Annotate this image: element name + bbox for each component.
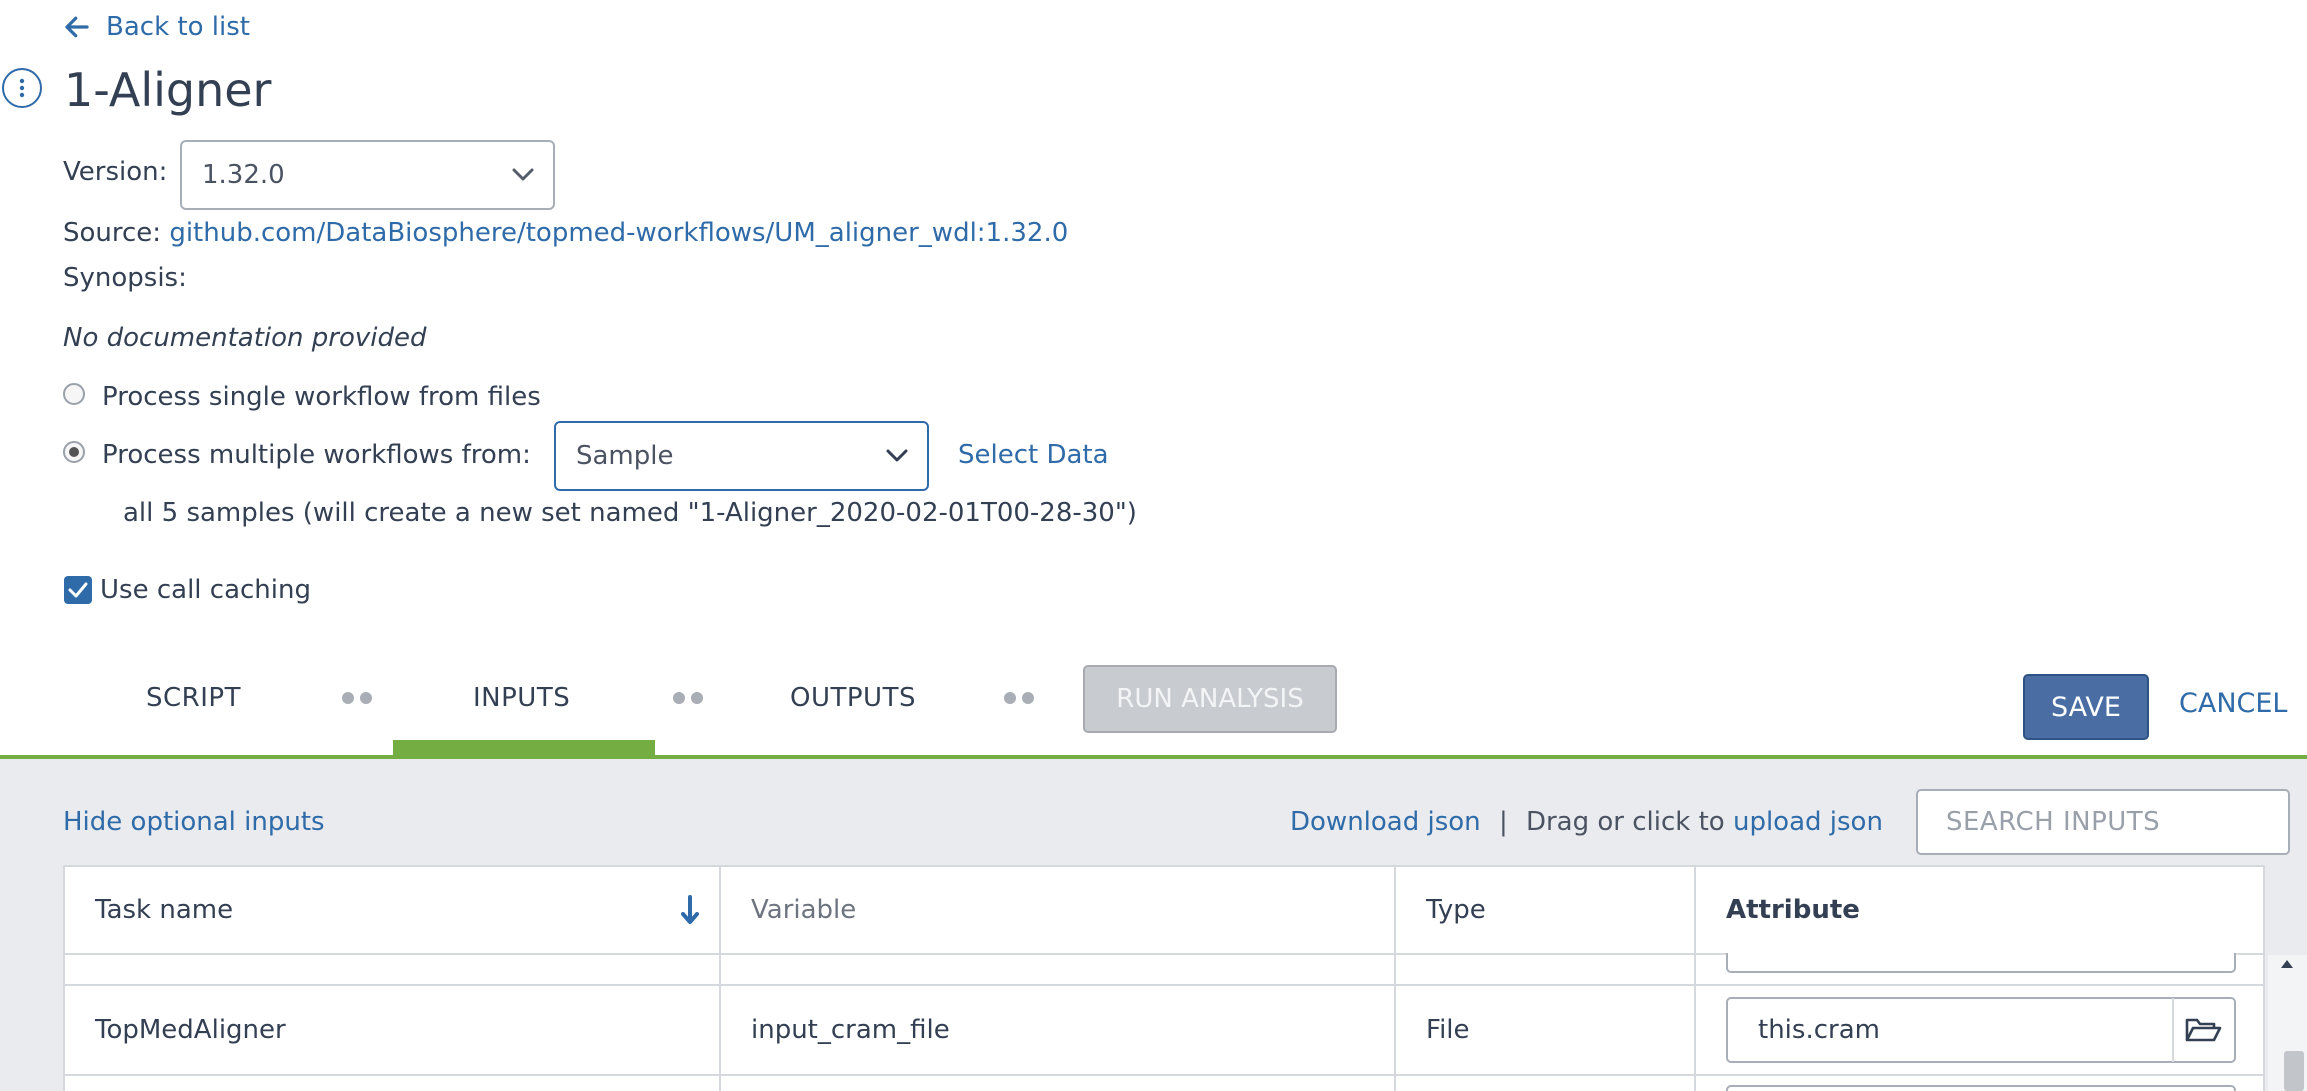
workflow-title: 1-Aligner — [64, 63, 272, 117]
synopsis-label: Synopsis: — [63, 263, 187, 293]
column-header-variable[interactable]: Variable — [721, 867, 1396, 953]
more-vertical-icon — [19, 78, 25, 98]
file-browser-button[interactable] — [2172, 998, 2222, 1062]
tab-inputs[interactable]: INPUTS — [473, 683, 570, 713]
arrow-left-icon — [65, 16, 89, 38]
column-divider — [719, 867, 721, 1091]
folder-open-icon — [2185, 1018, 2222, 1042]
download-json-link[interactable]: Download json — [1290, 807, 1481, 837]
tab-separator — [673, 692, 703, 704]
attribute-value: this.cram — [1758, 1015, 1880, 1045]
toolbar-separator: | — [1498, 807, 1508, 837]
version-label: Version: — [63, 157, 168, 187]
task-name-cell: TopMedAligner — [95, 1015, 286, 1045]
table-scrollbar[interactable] — [2268, 955, 2307, 1091]
table-header: Task name Variable Type Attribute — [65, 867, 2263, 955]
tab-separator — [1004, 692, 1034, 704]
source-label: Source: — [63, 218, 162, 248]
version-select[interactable]: 1.32.0 — [180, 140, 555, 210]
single-workflow-label[interactable]: Process single workflow from files — [102, 382, 541, 412]
chevron-down-icon — [886, 449, 908, 462]
select-data-link[interactable]: Select Data — [958, 440, 1109, 470]
row-divider — [65, 1074, 2263, 1076]
tab-script[interactable]: SCRIPT — [146, 683, 241, 713]
hide-optional-inputs-link[interactable]: Hide optional inputs — [63, 807, 325, 837]
scroll-up-icon[interactable] — [2280, 959, 2294, 969]
type-cell: File — [1426, 1015, 1470, 1045]
sort-descending-icon[interactable] — [681, 895, 699, 925]
multiple-workflows-label[interactable]: Process multiple workflows from: — [102, 440, 531, 470]
multiple-workflows-radio[interactable] — [63, 441, 85, 463]
column-header-label: Task name — [95, 895, 234, 925]
scrollbar-thumb[interactable] — [2284, 1051, 2304, 1091]
column-divider — [1394, 867, 1396, 1091]
attribute-input[interactable] — [1726, 1085, 2236, 1091]
column-divider — [1694, 867, 1696, 1091]
drag-upload-text[interactable]: Drag or click to — [1526, 807, 1725, 837]
upload-json-link[interactable]: upload json — [1733, 807, 1883, 837]
inputs-table: Task name Variable Type Attribute TopMed… — [63, 865, 2265, 1091]
run-analysis-button[interactable]: RUN ANALYSIS — [1083, 665, 1337, 733]
workflow-menu-button[interactable] — [2, 68, 42, 108]
chevron-down-icon — [512, 168, 534, 181]
variable-cell: input_cram_file — [751, 1015, 950, 1045]
attribute-input[interactable] — [1726, 953, 2236, 973]
single-workflow-radio[interactable] — [63, 383, 85, 405]
entity-type-value: Sample — [576, 441, 674, 471]
back-to-list-link[interactable]: Back to list — [62, 12, 250, 42]
entity-type-select[interactable]: Sample — [554, 421, 929, 491]
search-inputs-field[interactable] — [1916, 789, 2290, 855]
tab-outputs[interactable]: OUTPUTS — [790, 683, 916, 713]
column-header-attribute[interactable]: Attribute — [1696, 867, 2263, 953]
back-to-list-label: Back to list — [106, 12, 250, 42]
call-caching-checkbox[interactable] — [64, 576, 92, 604]
documentation-text: No documentation provided — [63, 323, 427, 353]
cancel-button[interactable]: CANCEL — [2179, 688, 2287, 719]
selection-summary: all 5 samples (will create a new set nam… — [123, 498, 1137, 528]
tab-separator — [342, 692, 372, 704]
source-link[interactable]: github.com/DataBiosphere/topmed-workflow… — [169, 218, 1068, 248]
call-caching-label[interactable]: Use call caching — [100, 575, 311, 605]
save-button[interactable]: SAVE — [2023, 674, 2149, 740]
attribute-input[interactable]: this.cram — [1726, 997, 2236, 1063]
check-icon — [68, 582, 88, 598]
row-divider — [65, 984, 2263, 986]
column-header-task-name[interactable]: Task name — [65, 867, 721, 953]
version-select-value: 1.32.0 — [202, 160, 285, 190]
source-row: Source: github.com/DataBiosphere/topmed-… — [63, 218, 1068, 248]
json-toolbar: Download json | Drag or click to upload … — [1290, 807, 1883, 837]
column-header-type[interactable]: Type — [1396, 867, 1696, 953]
